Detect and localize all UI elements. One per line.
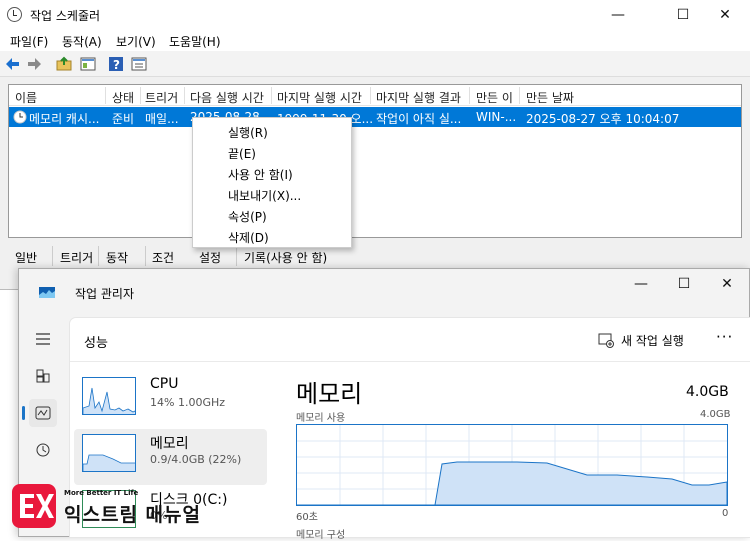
svg-text:?: ?: [113, 58, 120, 72]
help-icon[interactable]: ?: [108, 56, 124, 72]
menu-item-delete[interactable]: 삭제(D): [228, 229, 269, 246]
tab-conditions[interactable]: 조건: [152, 249, 174, 266]
memory-usage-graph: [296, 424, 728, 506]
perf-item-cpu[interactable]: CPU 14% 1.00GHz: [74, 372, 267, 428]
menu-item-run[interactable]: 실행(R): [228, 124, 268, 141]
history-icon[interactable]: [29, 436, 57, 464]
col-name[interactable]: 이름: [15, 89, 37, 106]
cpu-value: 14% 1.00GHz: [150, 396, 226, 409]
toolbar: ?: [0, 51, 750, 77]
section-title: 성능: [84, 336, 108, 351]
more-options-button[interactable]: ···: [716, 328, 733, 346]
show-hide-pane-icon[interactable]: [80, 56, 96, 72]
tm-minimize-button[interactable]: —: [619, 269, 663, 299]
row-author: WIN-...: [476, 110, 517, 124]
menu-view[interactable]: 보기(V): [116, 33, 156, 50]
task-scheduler-window: 작업 스케줄러 — ☐ ✕ 파일(F) 동작(A) 보기(V) 도움말(H) ?…: [0, 0, 750, 317]
col-last-run[interactable]: 마지막 실행 시간: [277, 89, 362, 106]
taskmgr-title: 작업 관리자: [75, 287, 135, 301]
col-trigger[interactable]: 트리거: [145, 89, 178, 106]
scheduler-titlebar: 작업 스케줄러 — ☐ ✕: [0, 0, 750, 29]
row-name: 메모리 캐시...: [29, 112, 100, 126]
watermark-logo: [12, 484, 56, 528]
memory-title: 메모리: [296, 380, 363, 408]
memory-usage-label: 메모리 사용: [296, 413, 346, 424]
row-last-result: 작업이 아직 실...: [376, 112, 462, 126]
context-menu: 실행(R) 끝(E) 사용 안 함(I) 내보내기(X)... 속성(P) 삭제…: [192, 117, 352, 248]
memory-total: 4.0GB: [686, 384, 729, 400]
menu-help[interactable]: 도움말(H): [169, 33, 221, 50]
maximize-button[interactable]: ☐: [661, 0, 705, 29]
scheduler-title: 작업 스케줄러: [30, 9, 101, 23]
col-status[interactable]: 상태: [112, 89, 134, 106]
memory-composition-label: 메모리 구성: [296, 530, 346, 541]
memory-value: 0.9/4.0GB (22%): [150, 453, 242, 466]
menu-action[interactable]: 동작(A): [62, 33, 102, 50]
tm-maximize-button[interactable]: ☐: [662, 269, 706, 299]
menu-bar: 파일(F) 동작(A) 보기(V) 도움말(H): [0, 29, 750, 51]
tab-general[interactable]: 일반: [15, 249, 37, 266]
watermark-tagline: More Better IT Life: [64, 489, 139, 497]
minimize-button[interactable]: —: [596, 0, 640, 29]
clock-icon: [7, 7, 22, 22]
properties-pane-icon[interactable]: [131, 56, 147, 72]
close-button[interactable]: ✕: [703, 0, 747, 29]
perf-item-memory[interactable]: 메모리 0.9/4.0GB (22%): [74, 429, 267, 485]
back-arrow-icon[interactable]: [5, 56, 21, 72]
task-clock-icon: [13, 110, 27, 124]
menu-item-properties[interactable]: 속성(P): [228, 208, 267, 225]
menu-item-export[interactable]: 내보내기(X)...: [228, 187, 301, 204]
run-new-task-button[interactable]: 새 작업 실행: [621, 332, 684, 349]
tab-history[interactable]: 기록(사용 안 함): [244, 249, 327, 266]
folder-up-icon[interactable]: [56, 56, 72, 72]
cpu-thumbnail: [82, 377, 136, 415]
memory-label: 메모리: [150, 436, 189, 452]
menu-item-end[interactable]: 끝(E): [228, 145, 256, 162]
new-task-icon[interactable]: [598, 332, 614, 348]
watermark: More Better IT Life 익스트림 매뉴얼: [12, 484, 212, 532]
task-list: 이름 상태 트리거 다음 실행 시간 마지막 실행 시간 마지막 실행 결과 만…: [8, 84, 742, 317]
table-row[interactable]: 메모리 캐시... 준비 매일... 2025-08-28... 1999-11…: [9, 107, 741, 127]
row-trigger: 매일...: [145, 112, 179, 126]
hamburger-menu-icon[interactable]: [29, 325, 57, 353]
watermark-brand: 익스트림 매뉴얼: [64, 504, 201, 526]
tab-triggers[interactable]: 트리거: [60, 249, 93, 266]
menu-file[interactable]: 파일(F): [10, 33, 48, 50]
row-status: 준비: [112, 112, 135, 126]
row-created: 2025-08-27 오후 10:04:07: [526, 112, 680, 126]
col-last-result[interactable]: 마지막 실행 결과: [376, 89, 461, 106]
forward-arrow-icon[interactable]: [26, 56, 42, 72]
active-indicator: [22, 406, 25, 420]
col-next-run[interactable]: 다음 실행 시간: [190, 89, 264, 106]
performance-icon[interactable]: [29, 399, 57, 427]
col-author[interactable]: 만든 이: [476, 89, 513, 106]
menu-item-disable[interactable]: 사용 안 함(I): [228, 166, 293, 183]
taskmgr-titlebar: 작업 관리자 — ☐ ✕: [19, 269, 749, 317]
tab-settings[interactable]: 설정: [199, 249, 221, 266]
task-manager-logo-icon: [39, 287, 55, 298]
col-created[interactable]: 만든 날짜: [526, 89, 574, 106]
cpu-label: CPU: [150, 376, 179, 392]
graph-x-right: 0: [722, 508, 729, 519]
memory-thumbnail: [82, 434, 136, 472]
memory-usage-max: 4.0GB: [700, 409, 731, 420]
tab-actions[interactable]: 동작: [106, 249, 128, 266]
task-list-header: 이름 상태 트리거 다음 실행 시간 마지막 실행 시간 마지막 실행 결과 만…: [9, 85, 741, 106]
processes-icon[interactable]: [29, 362, 57, 390]
graph-x-left: 60초: [296, 512, 318, 523]
detail-tabs: 일반 트리거 동작 조건 설정 기록(사용 안 함): [0, 246, 750, 268]
tm-close-button[interactable]: ✕: [705, 269, 749, 299]
